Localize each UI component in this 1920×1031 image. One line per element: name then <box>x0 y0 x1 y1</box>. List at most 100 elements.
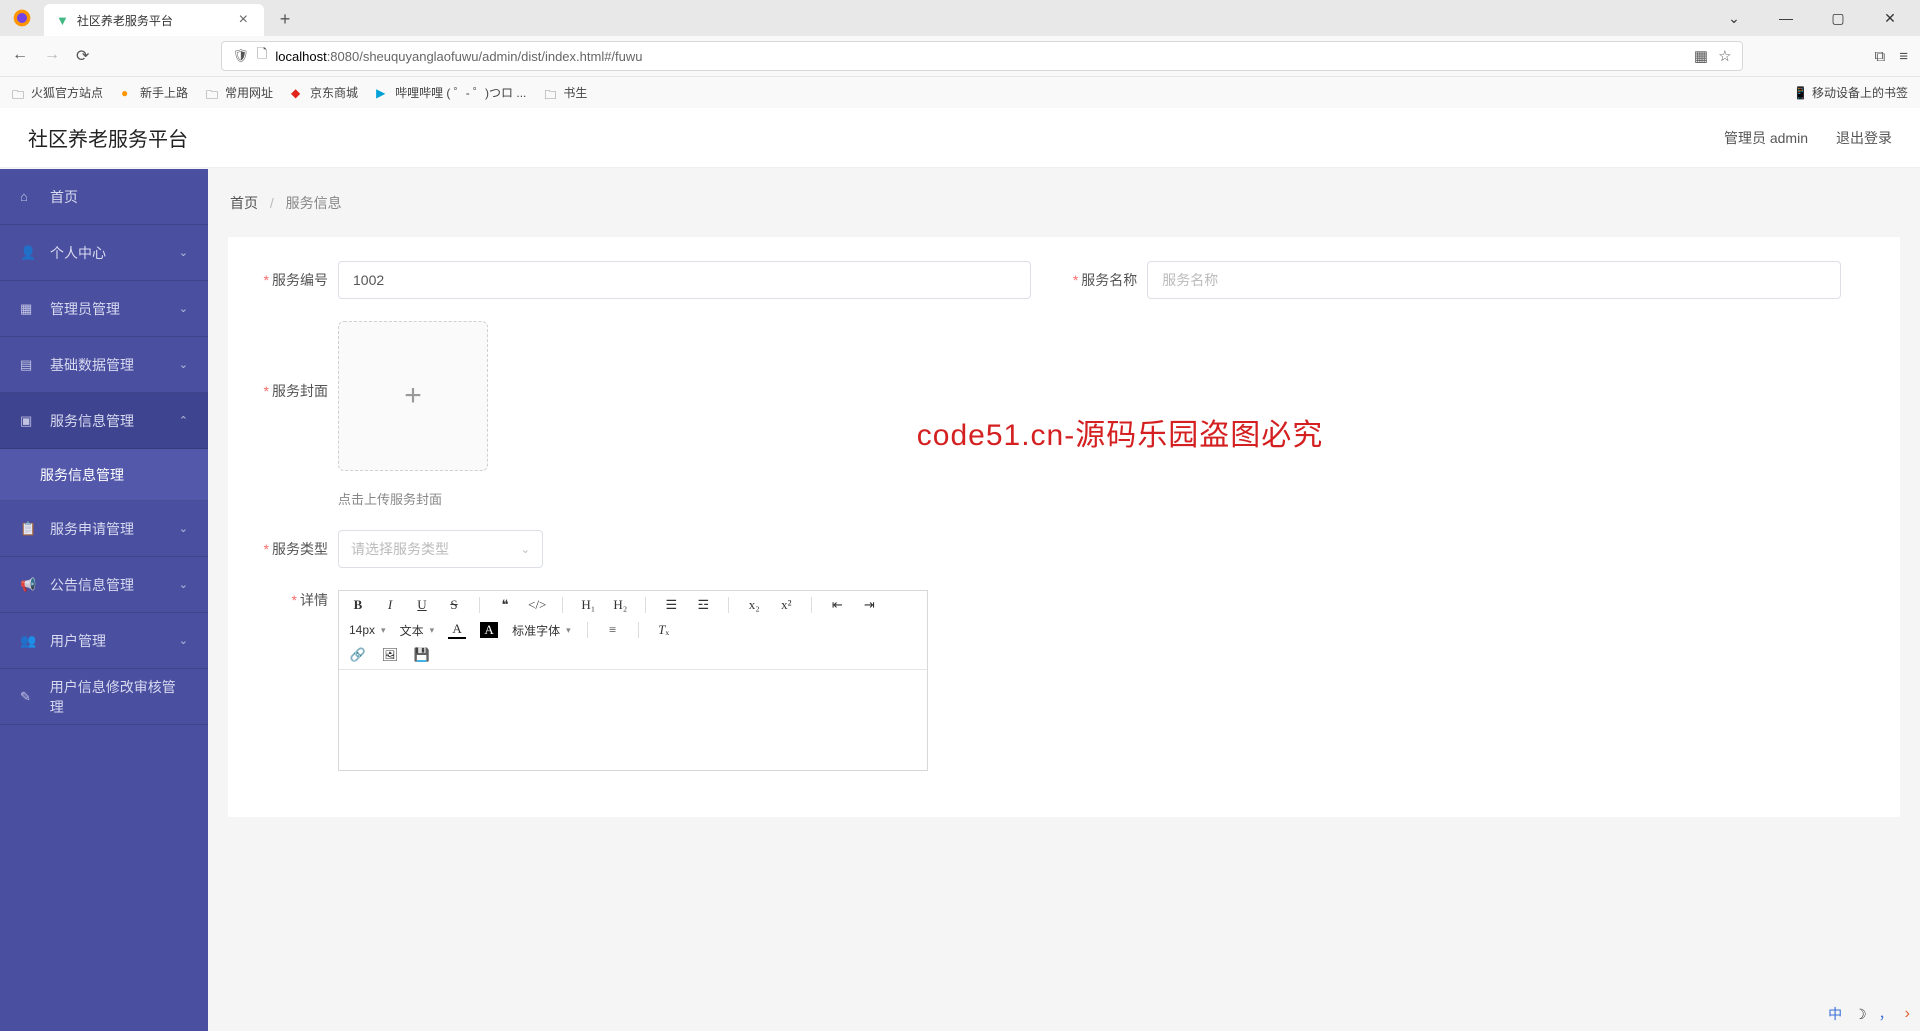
moon-icon[interactable]: ☽ <box>1854 1006 1867 1023</box>
font-size-select[interactable]: 14px▾ <box>349 623 386 637</box>
window-maximize-icon[interactable]: ▢ <box>1824 10 1852 27</box>
bookmark-common-sites[interactable]: 🗀常用网址 <box>206 84 273 101</box>
sidebar: ⌂ 首页 👤 个人中心 ⌄ ▦ 管理员管理 ⌄ ▤ 基础数据管理 ⌄ ▣ 服务信… <box>0 169 208 1031</box>
tab-title: 社区养老服务平台 <box>77 12 173 29</box>
bg-color-button[interactable]: A <box>480 622 498 638</box>
window-close-icon[interactable]: ✕ <box>1876 10 1904 27</box>
strike-button[interactable]: S <box>445 597 463 613</box>
chevron-up-icon: ⌃ <box>179 414 188 427</box>
menu-icon[interactable]: ≡ <box>1899 48 1908 65</box>
chevron-down-icon: ⌄ <box>179 302 188 315</box>
home-icon: ⌂ <box>20 189 38 204</box>
sidebar-subitem-service-info[interactable]: 服务信息管理 <box>0 449 208 501</box>
extensions-icon[interactable]: ⧉ <box>1875 48 1886 65</box>
bookmark-firefox-official[interactable]: 🗀火狐官方站点 <box>12 84 103 101</box>
ol-button[interactable]: ☰ <box>662 597 680 613</box>
align-button[interactable]: ≡ <box>604 622 622 638</box>
sidebar-item-announce[interactable]: 📢 公告信息管理 ⌄ <box>0 557 208 613</box>
back-button[interactable]: ← <box>12 46 28 66</box>
forward-button[interactable]: → <box>44 46 60 66</box>
sidebar-item-home[interactable]: ⌂ 首页 <box>0 169 208 225</box>
bookmark-mobile[interactable]: 📱移动设备上的书签 <box>1793 84 1908 101</box>
ime-chevron-icon[interactable]: › <box>1905 1005 1910 1023</box>
select-service-type[interactable]: 请选择服务类型 ⌄ <box>338 530 543 568</box>
ime-lang[interactable]: 中 <box>1828 1004 1842 1024</box>
ime-bar: 中 ☽ ， › <box>1828 1004 1910 1024</box>
image-button[interactable]: 🖼 <box>381 647 399 663</box>
field-detail: *详情 B I U S ❝ </> H₁ H₂ <box>246 590 928 771</box>
sidebar-item-user-audit[interactable]: ✎ 用户信息修改审核管理 <box>0 669 208 725</box>
form-card: *服务编号 *服务名称 *服务封面 + 点击上传服务封面 <box>228 237 1900 817</box>
window-chevron-icon[interactable]: ⌄ <box>1720 10 1748 27</box>
field-service-type: *服务类型 请选择服务类型 ⌄ <box>246 530 543 568</box>
shield-icon[interactable]: 🛡 <box>232 48 249 64</box>
link-button[interactable]: 🔗 <box>349 647 367 663</box>
url-text: localhost:8080/sheuquyanglaofuwu/admin/d… <box>275 49 642 64</box>
superscript-button[interactable]: x² <box>777 597 795 613</box>
quote-button[interactable]: ❝ <box>496 597 514 613</box>
chevron-down-icon: ⌄ <box>179 246 188 259</box>
ime-comma-icon[interactable]: ， <box>1879 1004 1893 1024</box>
italic-button[interactable]: I <box>381 597 399 613</box>
info-icon[interactable]: 🗋 <box>257 45 267 67</box>
input-service-no[interactable] <box>338 261 1031 299</box>
bold-button[interactable]: B <box>349 597 367 613</box>
audit-icon: ✎ <box>20 689 38 705</box>
upload-hint: 点击上传服务封面 <box>338 489 488 508</box>
upload-cover[interactable]: + <box>338 321 488 471</box>
logout-link[interactable]: 退出登录 <box>1836 128 1892 148</box>
editor-body[interactable] <box>339 670 927 770</box>
browser-tab[interactable]: ▼ 社区养老服务平台 × <box>44 4 264 36</box>
subscript-button[interactable]: x₂ <box>745 597 763 613</box>
browser-chrome: ▼ 社区养老服务平台 × + ⌄ — ▢ ✕ ← → ⟳ 🛡 🗋 localho… <box>0 0 1920 109</box>
sidebar-item-users[interactable]: 👥 用户管理 ⌄ <box>0 613 208 669</box>
bookmark-bar: 🗀火狐官方站点 ●新手上路 🗀常用网址 ◆京东商城 ▶哔哩哔哩 ( ゜- ゜)つ… <box>0 76 1920 108</box>
bookmark-star-icon[interactable]: ☆ <box>1718 47 1731 65</box>
editor-toolbar: B I U S ❝ </> H₁ H₂ ☰ ☲ <box>339 591 927 670</box>
sidebar-item-profile[interactable]: 👤 个人中心 ⌄ <box>0 225 208 281</box>
chevron-down-icon: ⌄ <box>179 522 188 535</box>
chevron-down-icon: ⌄ <box>521 543 530 556</box>
code-button[interactable]: </> <box>528 597 546 613</box>
new-tab-button[interactable]: + <box>270 4 300 34</box>
main-content: 首页 / 服务信息 *服务编号 *服务名称 *服务封面 <box>208 169 1920 1031</box>
sidebar-item-basedata[interactable]: ▤ 基础数据管理 ⌄ <box>0 337 208 393</box>
vue-icon: ▼ <box>56 13 69 28</box>
ul-button[interactable]: ☲ <box>694 597 712 613</box>
font-family-select[interactable]: 标准字体▾ <box>512 622 571 639</box>
format-select[interactable]: 文本▾ <box>400 622 435 639</box>
clear-format-button[interactable]: Tₓ <box>655 622 673 638</box>
underline-button[interactable]: U <box>413 597 431 613</box>
sidebar-item-service-apply[interactable]: 📋 服务申请管理 ⌄ <box>0 501 208 557</box>
sidebar-item-admin[interactable]: ▦ 管理员管理 ⌄ <box>0 281 208 337</box>
admin-icon: ▦ <box>20 301 38 317</box>
input-service-name[interactable] <box>1147 261 1840 299</box>
users-icon: 👥 <box>20 633 38 649</box>
label-service-type: *服务类型 <box>246 539 328 559</box>
label-service-name: *服务名称 <box>1055 270 1137 290</box>
bookmark-shusheng[interactable]: 🗀书生 <box>544 84 587 101</box>
user-icon: 👤 <box>20 245 38 261</box>
field-service-name: *服务名称 <box>1055 261 1840 299</box>
bookmark-jd[interactable]: ◆京东商城 <box>291 84 358 101</box>
bookmark-getting-started[interactable]: ●新手上路 <box>121 84 188 101</box>
h1-button[interactable]: H₁ <box>579 597 597 613</box>
indent-button[interactable]: ⇤ <box>828 597 846 613</box>
save-button[interactable]: 💾 <box>413 647 431 663</box>
field-service-no: *服务编号 <box>246 261 1031 299</box>
window-minimize-icon[interactable]: — <box>1772 10 1800 26</box>
sidebar-item-service-info[interactable]: ▣ 服务信息管理 ⌃ <box>0 393 208 449</box>
reload-button[interactable]: ⟳ <box>76 46 89 66</box>
breadcrumb-home[interactable]: 首页 <box>230 195 258 211</box>
qr-icon[interactable]: ▦ <box>1694 47 1708 65</box>
breadcrumb-current: 服务信息 <box>286 195 342 211</box>
font-color-button[interactable]: A <box>448 621 466 639</box>
field-cover: *服务封面 + 点击上传服务封面 <box>246 321 488 508</box>
firefox-icon[interactable] <box>8 4 36 32</box>
h2-button[interactable]: H₂ <box>611 597 629 613</box>
url-box[interactable]: 🛡 🗋 localhost:8080/sheuquyanglaofuwu/adm… <box>221 41 1742 71</box>
tab-close-icon[interactable]: × <box>235 11 252 29</box>
bookmark-bilibili[interactable]: ▶哔哩哔哩 ( ゜- ゜)つロ ... <box>376 84 526 101</box>
current-user[interactable]: 管理员 admin <box>1724 128 1808 148</box>
outdent-button[interactable]: ⇥ <box>860 597 878 613</box>
